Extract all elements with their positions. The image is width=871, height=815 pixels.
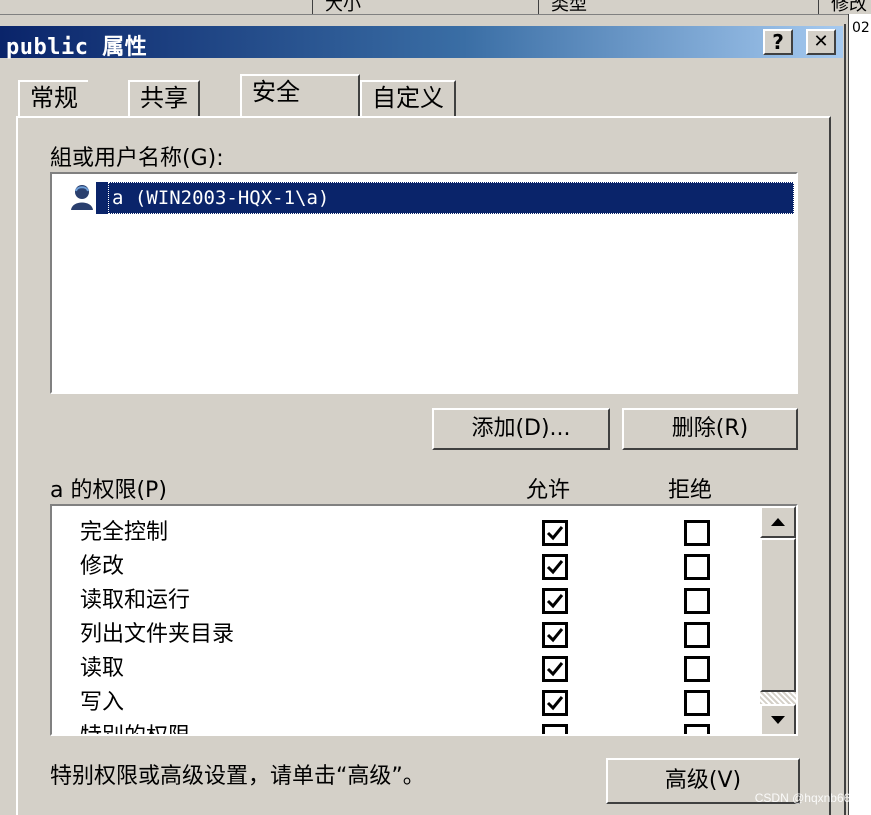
permission-name: 特别的权限 [80,720,190,734]
permission-row: 完全控制 [52,516,752,550]
permission-row: 列出文件夹目录 [52,618,752,652]
permission-row: 读取 [52,652,752,686]
column-header-modified[interactable]: 修改 [818,0,871,14]
permission-name: 读取 [80,656,125,681]
close-icon: ✕ [813,31,829,52]
allow-checkbox[interactable] [542,588,568,614]
allow-checkbox[interactable] [542,554,568,580]
list-item[interactable]: a (WIN2003-HQX-1\a) [68,178,794,216]
background-date-text: 02 [852,20,870,36]
group-or-user-label: 組或用户名称(G): [50,146,224,171]
permission-name: 读取和运行 [80,588,191,613]
permission-name: 列出文件夹目录 [80,622,235,647]
tab-custom[interactable]: 自定义 [360,80,456,116]
deny-checkbox[interactable] [684,520,710,546]
tab-security[interactable]: 安全 [240,74,360,116]
user-name: a (WIN2003-HQX-1\a) [108,182,794,214]
advanced-hint: 特别权限或高级设置，请单击“高级”。 [50,764,425,789]
deny-checkbox[interactable] [684,588,710,614]
column-header-size[interactable]: 大小 [312,0,540,14]
window-title: public 属性 [6,35,148,60]
deny-checkbox[interactable] [684,656,710,682]
background-list-header: 大小 类型 修改 [0,0,871,15]
triangle-down-icon [771,716,785,724]
title-bar[interactable]: public 属性 ? ✕ [0,26,843,60]
deny-header: 拒绝 [668,478,713,503]
permission-row: 写入 [52,686,752,720]
scroll-down-button[interactable] [760,704,796,734]
permissions-list: 完全控制修改读取和运行列出文件夹目录读取写入特别的权限 [50,504,798,736]
deny-checkbox[interactable] [684,554,710,580]
user-list[interactable]: a (WIN2003-HQX-1\a) [50,172,798,394]
allow-checkbox[interactable] [542,724,568,734]
tab-sharing[interactable]: 共享 [128,80,200,116]
permission-name: 写入 [80,690,125,715]
permission-row: 特别的权限 [52,720,752,734]
add-button[interactable]: 添加(D)... [432,408,610,450]
column-header-type[interactable]: 类型 [538,0,818,14]
allow-checkbox[interactable] [542,520,568,546]
selection-gap [96,182,108,214]
scroll-up-button[interactable] [760,506,796,538]
scroll-thumb[interactable] [760,538,796,692]
triangle-up-icon [771,518,785,526]
remove-button[interactable]: 删除(R) [622,408,798,450]
permissions-label: a 的权限(P) [50,478,167,503]
help-button[interactable]: ? [763,29,793,55]
permission-name: 完全控制 [80,520,169,545]
permission-row: 修改 [52,550,752,584]
watermark: CSDN @hqxnb666 [754,791,857,805]
tab-general[interactable]: 常规 [18,80,88,116]
permissions-scrollbar[interactable] [760,506,796,734]
permission-row: 读取和运行 [52,584,752,618]
allow-checkbox[interactable] [542,622,568,648]
deny-checkbox[interactable] [684,690,710,716]
allow-checkbox[interactable] [542,656,568,682]
user-icon [71,185,93,210]
allow-checkbox[interactable] [542,690,568,716]
deny-checkbox[interactable] [684,724,710,734]
allow-header: 允许 [526,478,571,503]
close-button[interactable]: ✕ [806,29,836,55]
background-file-list [848,14,871,815]
scroll-track[interactable] [760,692,796,704]
deny-checkbox[interactable] [684,622,710,648]
permission-name: 修改 [80,554,125,579]
